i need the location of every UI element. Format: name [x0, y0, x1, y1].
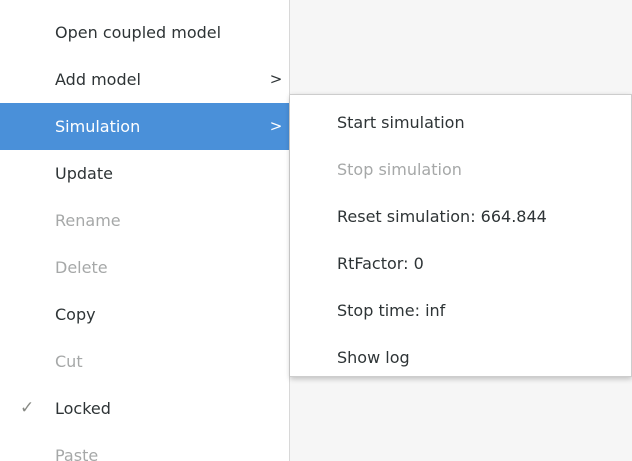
menu-item-label: Locked: [55, 399, 111, 418]
menu-item-add-model[interactable]: Add model >: [0, 56, 289, 103]
menu-item-label: Open coupled model: [55, 23, 222, 42]
menu-item-delete: Delete: [0, 244, 289, 291]
checkmark-icon: ✓: [20, 398, 35, 418]
menu-item-label: Stop time: inf: [337, 301, 446, 320]
simulation-submenu: Start simulation Stop simulation Reset s…: [290, 94, 632, 377]
menu-item-label: RtFactor: 0: [337, 254, 424, 273]
menu-item-label: Stop simulation: [337, 160, 462, 179]
menu-item-copy[interactable]: Copy: [0, 291, 289, 338]
menu-item-label: Paste: [55, 446, 99, 461]
menu-item-show-log[interactable]: Show log: [290, 334, 631, 381]
menu-item-label: Show log: [337, 348, 410, 367]
menu-item-simulation[interactable]: Simulation >: [0, 103, 289, 150]
menu-item-stop-time[interactable]: Stop time: inf: [290, 287, 631, 334]
menu-item-label: Copy: [55, 305, 96, 324]
menu-item-reset-simulation[interactable]: Reset simulation: 664.844: [290, 193, 631, 240]
menu-item-label: Simulation: [55, 117, 141, 136]
menu-item-cut: Cut: [0, 338, 289, 385]
menu-item-label: Update: [55, 164, 113, 183]
menu-item-start-simulation[interactable]: Start simulation: [290, 99, 631, 146]
menu-item-label: Start simulation: [337, 113, 465, 132]
chevron-right-icon: >: [269, 70, 283, 88]
menu-item-label: Delete: [55, 258, 108, 277]
menu-item-open-coupled-model[interactable]: Open coupled model: [0, 9, 289, 56]
menu-item-stop-simulation: Stop simulation: [290, 146, 631, 193]
context-menu: Open coupled model Add model > Simulatio…: [0, 0, 290, 461]
menu-item-locked[interactable]: ✓ Locked: [0, 385, 289, 432]
menu-item-label: Reset simulation: 664.844: [337, 207, 547, 226]
menu-item-label: Rename: [55, 211, 121, 230]
application-canvas: Open coupled model Add model > Simulatio…: [0, 0, 632, 461]
menu-item-rtfactor[interactable]: RtFactor: 0: [290, 240, 631, 287]
menu-item-update[interactable]: Update: [0, 150, 289, 197]
menu-item-label: Cut: [55, 352, 83, 371]
menu-item-label: Add model: [55, 70, 141, 89]
menu-item-rename: Rename: [0, 197, 289, 244]
chevron-right-icon: >: [269, 117, 283, 135]
menu-item-paste: Paste: [0, 432, 289, 461]
